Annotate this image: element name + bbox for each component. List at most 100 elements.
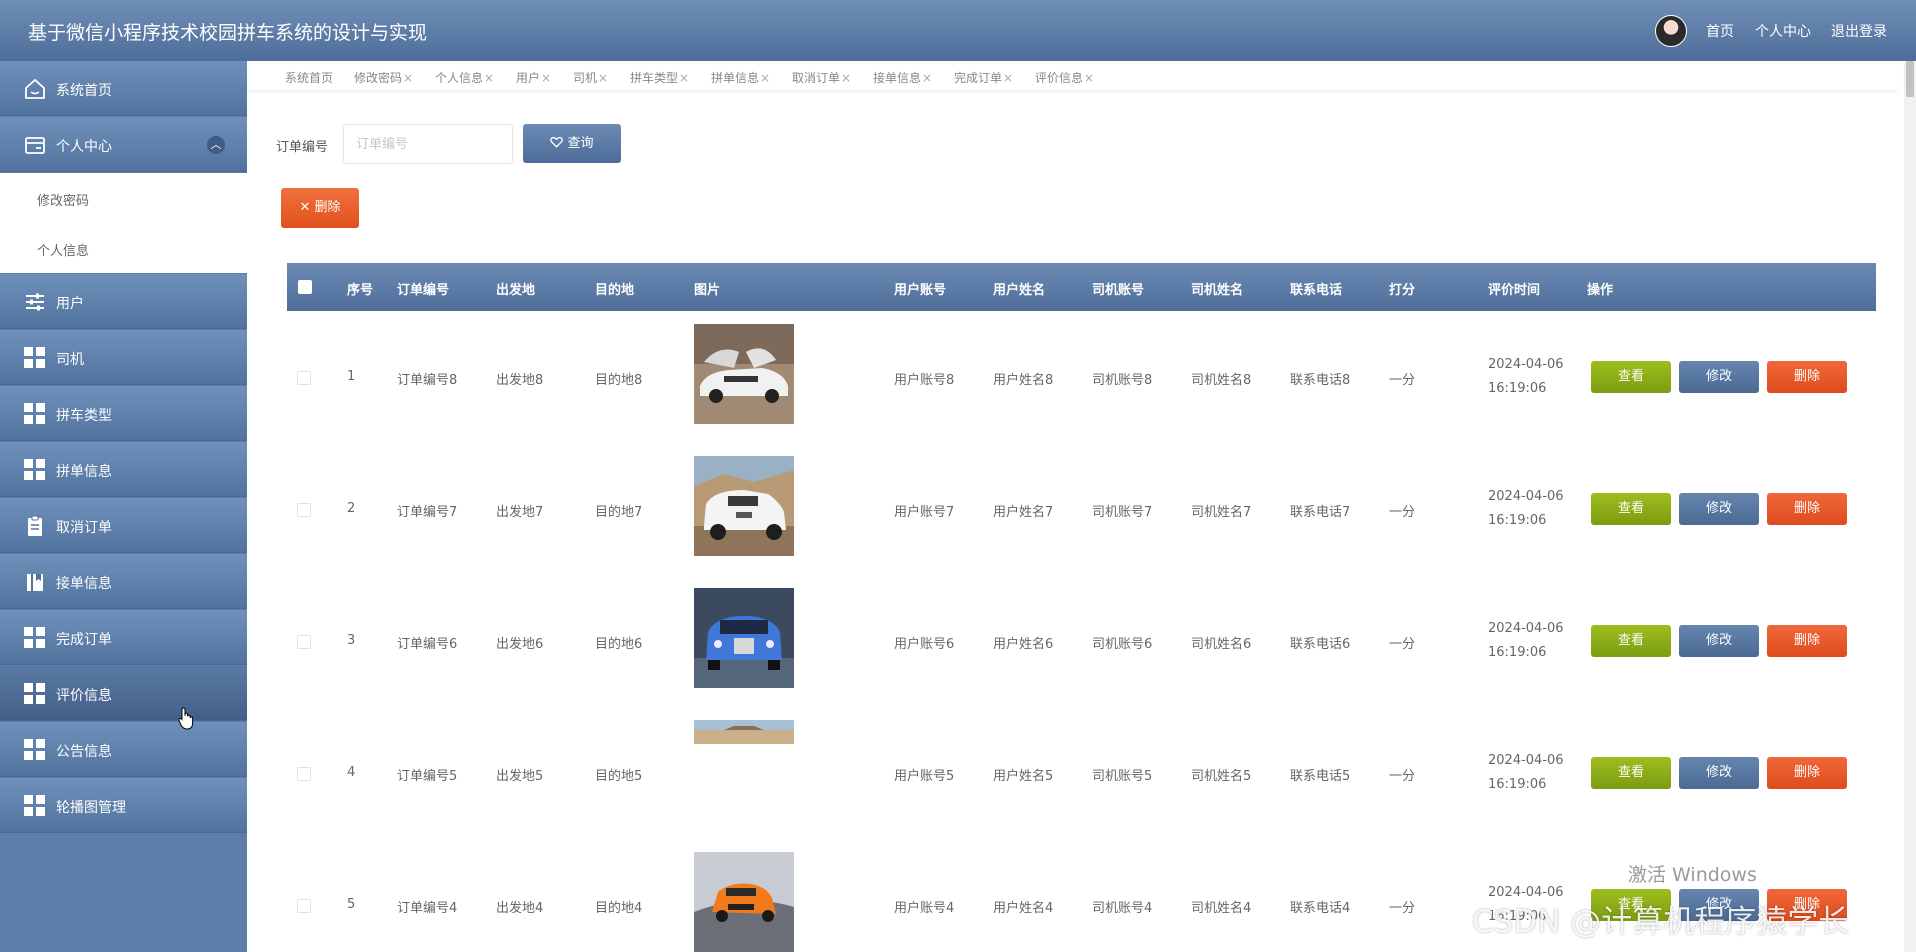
delete-button[interactable]: 删除 [1767, 493, 1847, 525]
edit-button[interactable]: 修改 [1679, 493, 1759, 525]
edit-button[interactable]: 修改 [1679, 757, 1759, 789]
sidebar-item-label: 公告信息 [56, 744, 112, 760]
sidebar-item-label: 评价信息 [56, 688, 112, 704]
row-checkbox[interactable] [297, 767, 311, 781]
close-icon[interactable]: × [598, 71, 608, 85]
cell-user-account: 用户账号7 [894, 505, 955, 520]
view-button[interactable]: 查看 [1591, 625, 1671, 657]
cell-user-name: 用户姓名5 [993, 769, 1054, 784]
close-icon[interactable]: × [1003, 71, 1013, 85]
row-checkbox[interactable] [297, 371, 311, 385]
cell-driver-account: 司机账号6 [1092, 637, 1153, 652]
tab-users[interactable]: 用户× [516, 69, 551, 86]
delete-button[interactable]: 删除 [1767, 361, 1847, 393]
column-header: 序号 [347, 283, 374, 298]
sidebar-item-home[interactable]: 系统首页 [0, 61, 247, 116]
edit-button[interactable]: 修改 [1679, 889, 1759, 921]
sidebar-item-personal-center[interactable]: 个人中心 ︿ [0, 117, 247, 172]
tab-bar: 系统首页 修改密码× 个人信息× 用户× 司机× 拼车类型× 拼单信息× 取消订… [247, 61, 1897, 91]
sidebar-item-announcements[interactable]: 公告信息 [0, 722, 247, 777]
chevron-up-icon[interactable]: ︿ [207, 136, 225, 154]
sidebar-item-cancelled-orders[interactable]: 取消订单 [0, 498, 247, 553]
select-all-checkbox[interactable] [298, 280, 312, 294]
tab-carpool-orders[interactable]: 拼单信息× [711, 69, 770, 86]
sidebar-item-users[interactable]: 用户 [0, 274, 247, 329]
view-button[interactable]: 查看 [1591, 757, 1671, 789]
close-icon[interactable]: × [922, 71, 932, 85]
scrollbar-thumb[interactable] [1906, 61, 1914, 97]
query-button[interactable]: 查询 [523, 124, 621, 163]
row-checkbox[interactable] [297, 899, 311, 913]
delete-button[interactable]: 删除 [1767, 625, 1847, 657]
close-icon[interactable]: × [403, 71, 413, 85]
close-icon[interactable]: × [841, 71, 851, 85]
delete-button[interactable]: 删除 [1767, 889, 1847, 921]
cell-from: 出发地7 [496, 505, 544, 520]
grid-icon [24, 739, 46, 761]
cell-to: 目的地5 [595, 769, 643, 784]
avatar[interactable] [1655, 15, 1687, 47]
sidebar-item-reviews[interactable]: 评价信息 [0, 666, 247, 721]
close-icon[interactable]: × [484, 71, 494, 85]
car-image-white-sports [694, 324, 794, 424]
delete-button[interactable]: 删除 [1767, 757, 1847, 789]
row-checkbox[interactable] [297, 635, 311, 649]
cell-driver-name: 司机姓名5 [1191, 769, 1252, 784]
cell-user-name: 用户姓名8 [993, 373, 1054, 388]
cell-user-account: 用户账号4 [894, 901, 955, 916]
close-icon[interactable]: × [679, 71, 689, 85]
cell-review-time: 2024-04-06 16:19:06 [1488, 489, 1564, 528]
tab-reviews[interactable]: 评价信息× [1035, 69, 1094, 86]
nav-logout-link[interactable]: 退出登录 [1831, 21, 1887, 41]
sidebar-item-completed-orders[interactable]: 完成订单 [0, 610, 247, 665]
tab-cancelled-orders[interactable]: 取消订单× [792, 69, 851, 86]
sidebar-item-accepted-orders[interactable]: 接单信息 [0, 554, 247, 609]
close-icon[interactable]: × [760, 71, 770, 85]
view-button[interactable]: 查看 [1591, 361, 1671, 393]
tab-change-password[interactable]: 修改密码× [354, 69, 413, 86]
grid-icon [24, 403, 46, 425]
cell-driver-account: 司机账号8 [1092, 373, 1153, 388]
cell-phone: 联系电话7 [1290, 505, 1351, 520]
tab-accepted-orders[interactable]: 接单信息× [873, 69, 932, 86]
sidebar-item-carousel[interactable]: 轮播图管理 [0, 778, 247, 833]
cell-user-name: 用户姓名4 [993, 901, 1054, 916]
sidebar-item-drivers[interactable]: 司机 [0, 330, 247, 385]
cell-index: 1 [347, 369, 356, 384]
tab-drivers[interactable]: 司机× [573, 69, 608, 86]
sidebar-subitem-personal-info[interactable]: 个人信息 [0, 223, 247, 273]
sidebar-subitem-change-password[interactable]: 修改密码 [0, 173, 247, 223]
cell-user-account: 用户账号8 [894, 373, 955, 388]
sidebar-item-carpool-types[interactable]: 拼车类型 [0, 386, 247, 441]
heart-icon [550, 136, 564, 148]
tab-personal-info[interactable]: 个人信息× [435, 69, 494, 86]
cell-score: 一分 [1389, 901, 1416, 916]
sidebar-item-label: 取消订单 [56, 520, 112, 536]
cell-from: 出发地6 [496, 637, 544, 652]
sidebar-item-carpool-orders[interactable]: 拼单信息 [0, 442, 247, 497]
nav-home-link[interactable]: 首页 [1706, 21, 1734, 41]
view-button[interactable]: 查看 [1591, 889, 1671, 921]
tab-completed-orders[interactable]: 完成订单× [954, 69, 1013, 86]
table-header: 序号 订单编号 出发地 目的地 图片 用户账号 用户姓名 司机账号 司机姓名 联… [287, 263, 1876, 311]
close-icon[interactable]: × [1084, 71, 1094, 85]
cell-score: 一分 [1389, 373, 1416, 388]
cell-order-no: 订单编号6 [397, 637, 458, 652]
edit-button[interactable]: 修改 [1679, 625, 1759, 657]
car-image-partial [694, 720, 794, 744]
home-icon [25, 78, 45, 99]
tab-carpool-types[interactable]: 拼车类型× [630, 69, 689, 86]
nav-profile-link[interactable]: 个人中心 [1755, 21, 1811, 41]
close-icon[interactable]: × [541, 71, 551, 85]
edit-button[interactable]: 修改 [1679, 361, 1759, 393]
row-checkbox[interactable] [297, 503, 311, 517]
search-label: 订单编号 [276, 140, 329, 155]
grid-icon [24, 683, 46, 705]
view-button[interactable]: 查看 [1591, 493, 1671, 525]
search-input[interactable] [343, 124, 513, 164]
cell-driver-account: 司机账号5 [1092, 769, 1153, 784]
tab-home[interactable]: 系统首页 [285, 69, 333, 86]
bulk-delete-button[interactable]: ✕ 删除 [281, 188, 359, 228]
vertical-scrollbar[interactable] [1904, 61, 1916, 952]
cell-score: 一分 [1389, 769, 1416, 784]
